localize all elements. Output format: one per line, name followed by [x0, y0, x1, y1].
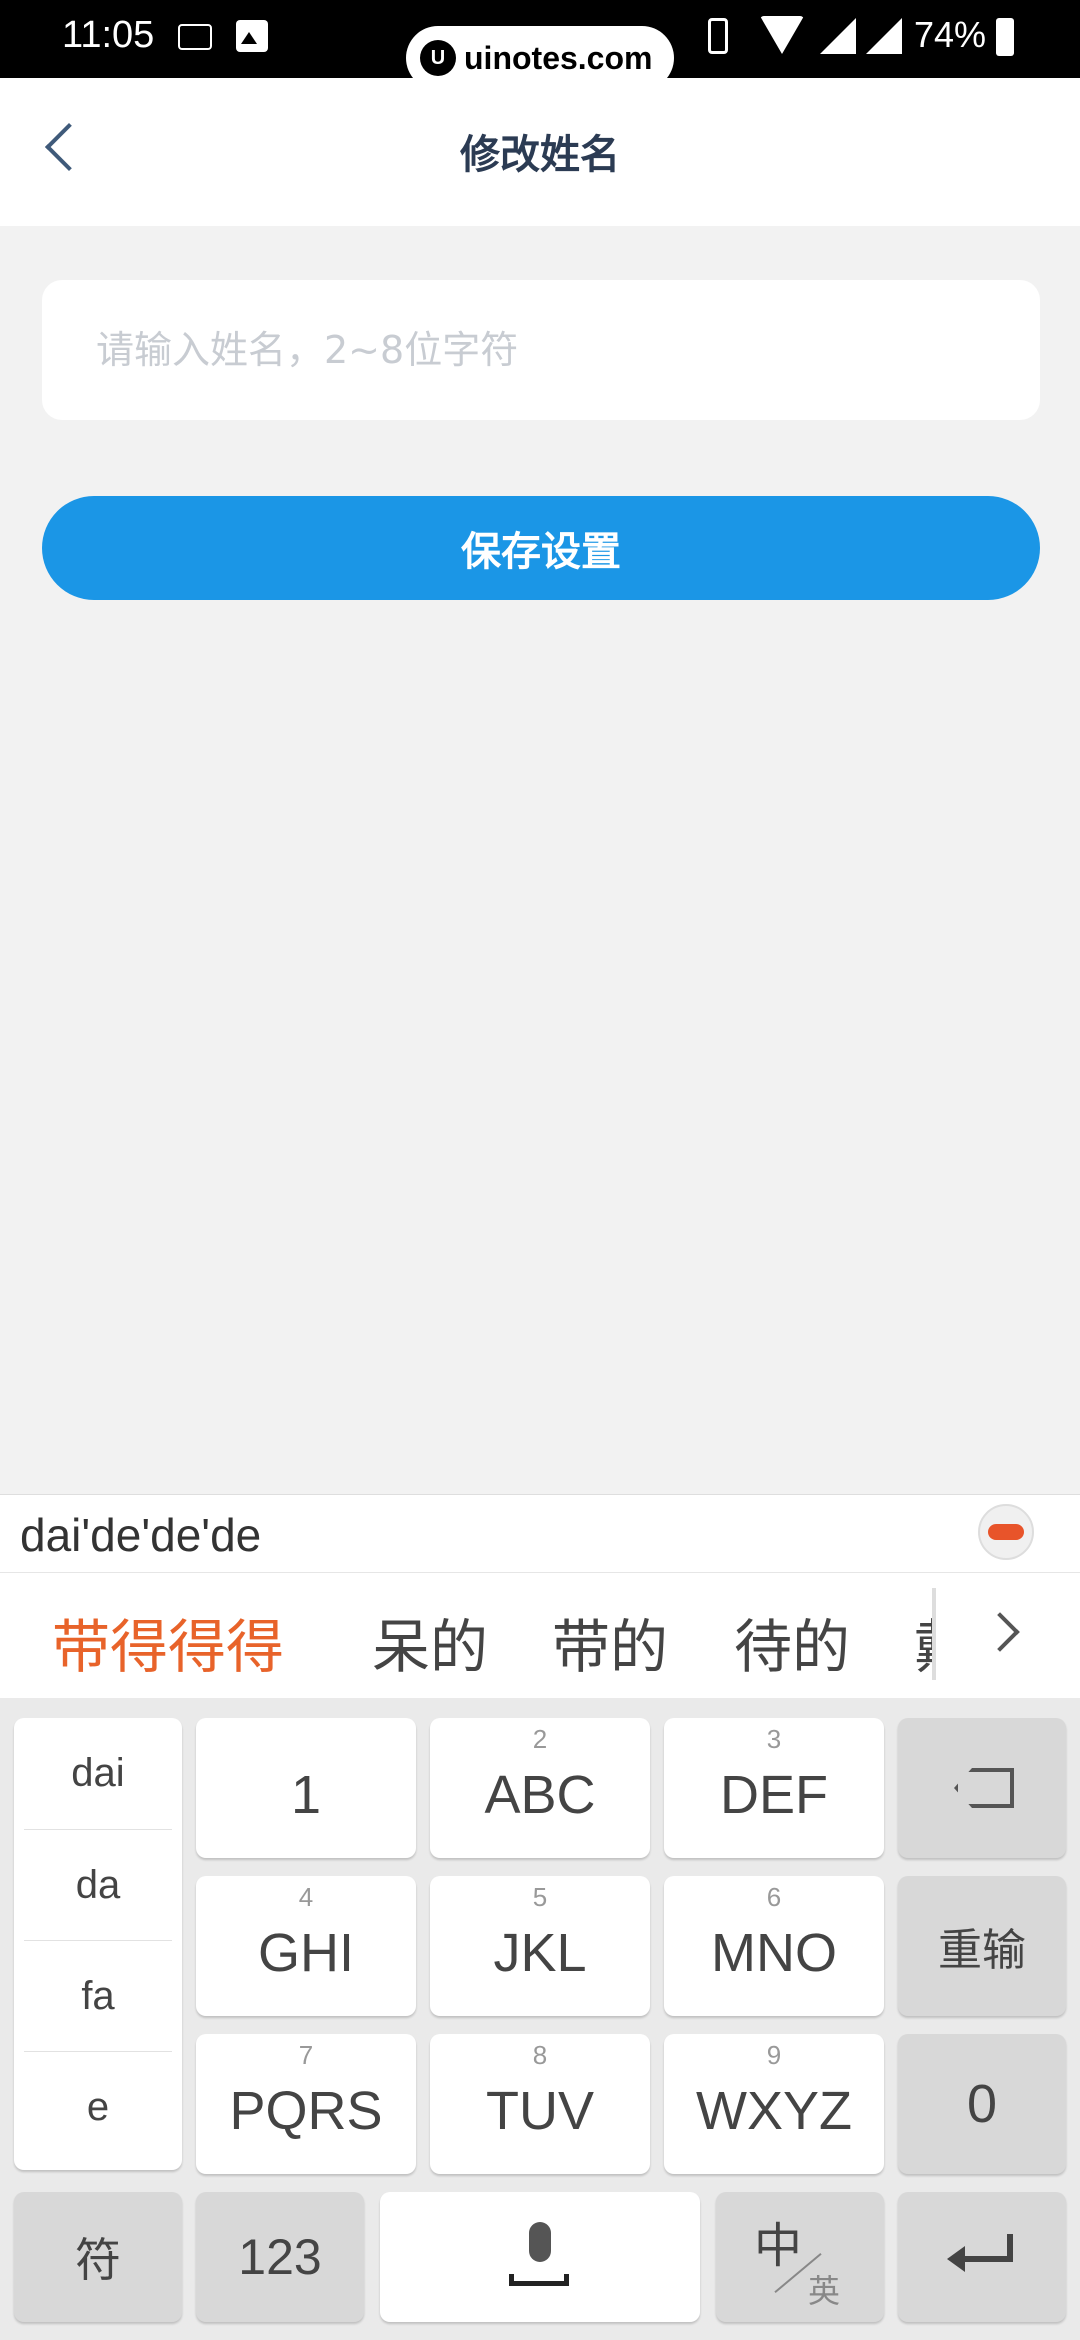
pinyin-option[interactable]: fa: [14, 1941, 182, 2051]
key-3-def[interactable]: 3 DEF: [664, 1718, 884, 1858]
key-label: TUV: [486, 2081, 594, 2141]
key-5-jkl[interactable]: 5 JKL: [430, 1876, 650, 2016]
key-7-pqrs[interactable]: 7 PQRS: [196, 2034, 416, 2174]
enter-icon: [947, 2232, 1017, 2282]
ime-candidate[interactable]: 带的: [552, 1600, 668, 1684]
pinyin-option[interactable]: e: [14, 2052, 182, 2162]
ime-candidate[interactable]: 待的: [734, 1600, 850, 1684]
key-4-ghi[interactable]: 4 GHI: [196, 1876, 416, 2016]
key-number: 7: [298, 2040, 314, 2070]
key-label: MNO: [711, 1923, 837, 1983]
name-input[interactable]: [42, 280, 1040, 420]
space-voice-key[interactable]: [380, 2192, 700, 2322]
key-number: 4: [298, 1882, 314, 1912]
numeric-key[interactable]: 123: [196, 2192, 364, 2322]
ime-candidate[interactable]: 带得得得: [52, 1600, 284, 1684]
save-button[interactable]: 保存设置: [42, 496, 1040, 600]
wifi-icon: [760, 16, 804, 54]
signal-icon: [820, 18, 856, 54]
key-label: GHI: [257, 1923, 354, 1983]
key-label: PQRS: [229, 2081, 383, 2141]
backspace-key[interactable]: [898, 1718, 1066, 1858]
ime-mascot-icon[interactable]: [978, 1504, 1034, 1560]
ime-composition-text: dai'de'de'de: [20, 1509, 262, 1561]
key-label: DEF: [720, 1765, 828, 1825]
page-title: 修改姓名: [460, 132, 620, 178]
key-number: 8: [532, 2040, 548, 2070]
pinyin-option[interactable]: dai: [14, 1718, 182, 1828]
language-switch-key[interactable]: 中 英: [716, 2192, 884, 2322]
key-label: 1: [290, 1765, 322, 1825]
keyboard-icon: [178, 24, 212, 50]
key-6-mno[interactable]: 6 MNO: [664, 1876, 884, 2016]
backspace-icon: [954, 1768, 1010, 1808]
key-number: 9: [766, 2040, 782, 2070]
key-9-wxyz[interactable]: 9 WXYZ: [664, 2034, 884, 2174]
key-number: 6: [766, 1882, 782, 1912]
key-1[interactable]: 1: [196, 1718, 416, 1858]
key-number: 5: [532, 1882, 548, 1912]
lang-en-label: 英: [808, 2272, 841, 2310]
key-label: ABC: [484, 1765, 596, 1825]
status-time: 11:05: [62, 14, 155, 56]
ime-candidate[interactable]: 呆的: [372, 1600, 488, 1684]
image-icon: [236, 20, 268, 52]
pinyin-option[interactable]: da: [14, 1830, 182, 1940]
enter-key[interactable]: [898, 2192, 1066, 2322]
symbol-key[interactable]: 符: [14, 2192, 182, 2322]
vibrate-icon: [708, 18, 728, 54]
watermark-logo-icon: U: [420, 40, 456, 76]
key-2-abc[interactable]: 2 ABC: [430, 1718, 650, 1858]
battery-percent: 74%: [914, 14, 987, 55]
key-label: WXYZ: [696, 2081, 852, 2141]
key-label: JKL: [493, 1923, 587, 1983]
key-number: 3: [766, 1724, 782, 1754]
microphone-icon: [505, 2222, 575, 2292]
reset-key[interactable]: 重输: [898, 1876, 1066, 2016]
signal-icon-2: [866, 18, 902, 54]
battery-icon: [996, 18, 1014, 56]
key-0[interactable]: 0: [898, 2034, 1066, 2174]
key-8-tuv[interactable]: 8 TUV: [430, 2034, 650, 2174]
lang-zh-label: 中: [754, 2218, 803, 2274]
candidate-divider: [932, 1588, 936, 1680]
watermark-text: uinotes.com: [464, 39, 653, 76]
key-number: 2: [532, 1724, 548, 1754]
